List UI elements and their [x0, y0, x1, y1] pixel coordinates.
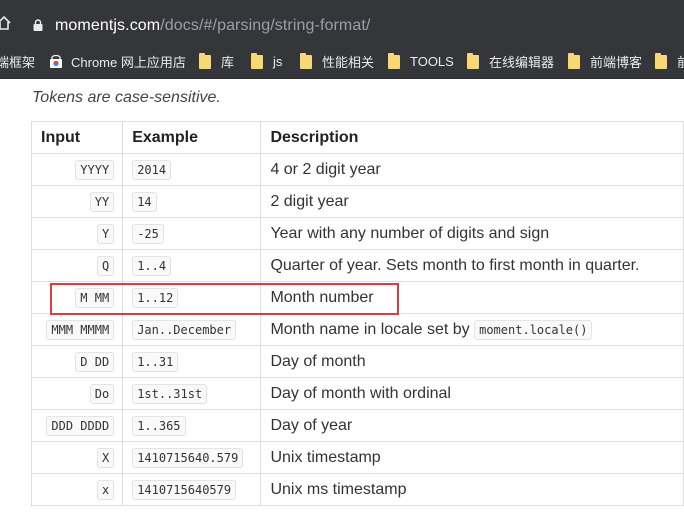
- example-value: 1410715640.579: [132, 447, 244, 468]
- bookmark-label: Chrome 网上应用店: [71, 55, 186, 70]
- url-field[interactable]: momentjs.com/docs/#/parsing/string-forma…: [55, 17, 370, 35]
- bookmark-label: 库: [221, 55, 235, 70]
- token-description: 2 digit year: [260, 185, 684, 218]
- input-token: D DD: [75, 351, 115, 372]
- table-row: D DD 1..31 Day of month: [30, 345, 684, 378]
- url-host: momentjs.com: [55, 17, 161, 34]
- bookmark-frontend-frameworks[interactable]: 端框架: [0, 44, 36, 78]
- chrome-webstore-icon: [50, 54, 62, 68]
- bookmark-label: js: [273, 54, 283, 69]
- folder-icon: [388, 52, 400, 69]
- table-row: DDD DDDD 1..365 Day of year: [30, 409, 684, 442]
- bookmark-online-editor[interactable]: 在线编辑器: [467, 44, 555, 78]
- input-token: x: [96, 479, 115, 500]
- table-row: Y -25 Year with any number of digits and…: [30, 217, 684, 250]
- table-row: YYYY 2014 4 or 2 digit year: [30, 153, 684, 186]
- token-description: Unix ms timestamp: [260, 473, 684, 506]
- folder-icon: [251, 52, 263, 69]
- example-value: 2014: [132, 159, 172, 180]
- example-value: 1410715640579: [132, 479, 237, 500]
- input-token: YYYY: [75, 159, 115, 180]
- example-value: 14: [132, 191, 157, 212]
- table-row: Q 1..4 Quarter of year. Sets month to fi…: [30, 249, 684, 282]
- url-path: /docs/#/parsing/string-format/: [160, 17, 371, 34]
- column-header-description: Description: [260, 121, 684, 154]
- bookmark-performance[interactable]: 性能相关: [300, 44, 375, 78]
- bookmarks-bar: 端框架 Chrome 网上应用店 库 js 性能相关 TOOLS 在线编辑器 前…: [0, 44, 684, 79]
- folder-icon: [655, 52, 667, 69]
- example-value: 1st..31st: [132, 383, 208, 404]
- highlight-annotation-box: [50, 283, 399, 315]
- token-description: Unix timestamp: [260, 441, 684, 474]
- bookmark-label: TOOLS: [410, 54, 454, 69]
- folder-icon: [199, 52, 211, 69]
- bookmark-lib[interactable]: 库: [199, 44, 235, 78]
- bookmark-frontend-blog[interactable]: 前端博客: [568, 44, 643, 78]
- example-value: Jan..December: [132, 319, 237, 340]
- bookmark-label: 前: [677, 52, 684, 71]
- token-description: Quarter of year. Sets month to first mon…: [260, 249, 684, 282]
- token-description-text: Month name in locale set by: [270, 320, 470, 338]
- bookmark-chrome-webstore[interactable]: Chrome 网上应用店: [49, 44, 186, 78]
- table-row: Do 1st..31st Day of month with ordinal: [30, 377, 684, 410]
- table-row: x 1410715640579 Unix ms timestamp: [30, 473, 684, 506]
- folder-icon: [300, 52, 312, 69]
- table-row: YY 14 2 digit year: [30, 185, 684, 218]
- inline-code: moment.locale(): [474, 319, 593, 340]
- token-description: Year with any number of digits and sign: [260, 217, 684, 250]
- input-token: Y: [96, 223, 115, 244]
- table-row: MMM MMMM Jan..December Month name in loc…: [30, 313, 684, 346]
- example-value: 1..4: [132, 255, 172, 276]
- input-token: Do: [89, 383, 115, 404]
- table-row: X 1410715640.579 Unix timestamp: [30, 441, 684, 474]
- bookmark-label: 在线编辑器: [489, 55, 555, 70]
- token-description: Day of month: [260, 345, 684, 378]
- bookmark-label: 性能相关: [322, 55, 375, 70]
- address-bar: momentjs.com/docs/#/parsing/string-forma…: [0, 0, 684, 44]
- home-icon[interactable]: [0, 15, 12, 31]
- folder-icon: [568, 52, 580, 69]
- lock-icon[interactable]: [33, 19, 43, 31]
- folder-icon: [467, 52, 479, 69]
- bookmark-truncated[interactable]: 前: [655, 44, 684, 78]
- token-description: Month name in locale set by moment.local…: [260, 313, 684, 346]
- input-token: DDD DDDD: [46, 415, 115, 436]
- token-description: Day of year: [260, 409, 684, 442]
- token-description: 4 or 2 digit year: [260, 153, 684, 186]
- example-value: 1..31: [132, 351, 179, 372]
- token-description: Day of month with ordinal: [260, 377, 684, 410]
- bookmark-js[interactable]: js: [251, 44, 283, 78]
- example-value: 1..365: [132, 415, 186, 436]
- bookmark-label: 端框架: [0, 55, 36, 70]
- table-header-row: Input Example Description: [30, 121, 684, 154]
- input-token: Q: [96, 255, 115, 276]
- bookmark-label: 前端博客: [590, 55, 643, 70]
- example-value: -25: [132, 223, 164, 244]
- input-token: X: [96, 447, 115, 468]
- column-header-input: Input: [30, 121, 124, 154]
- bookmark-tools[interactable]: TOOLS: [388, 44, 454, 78]
- input-token: YY: [89, 191, 115, 212]
- input-token: MMM MMMM: [46, 319, 115, 340]
- column-header-example: Example: [122, 121, 262, 154]
- tokens-note: Tokens are case-sensitive.: [32, 89, 221, 106]
